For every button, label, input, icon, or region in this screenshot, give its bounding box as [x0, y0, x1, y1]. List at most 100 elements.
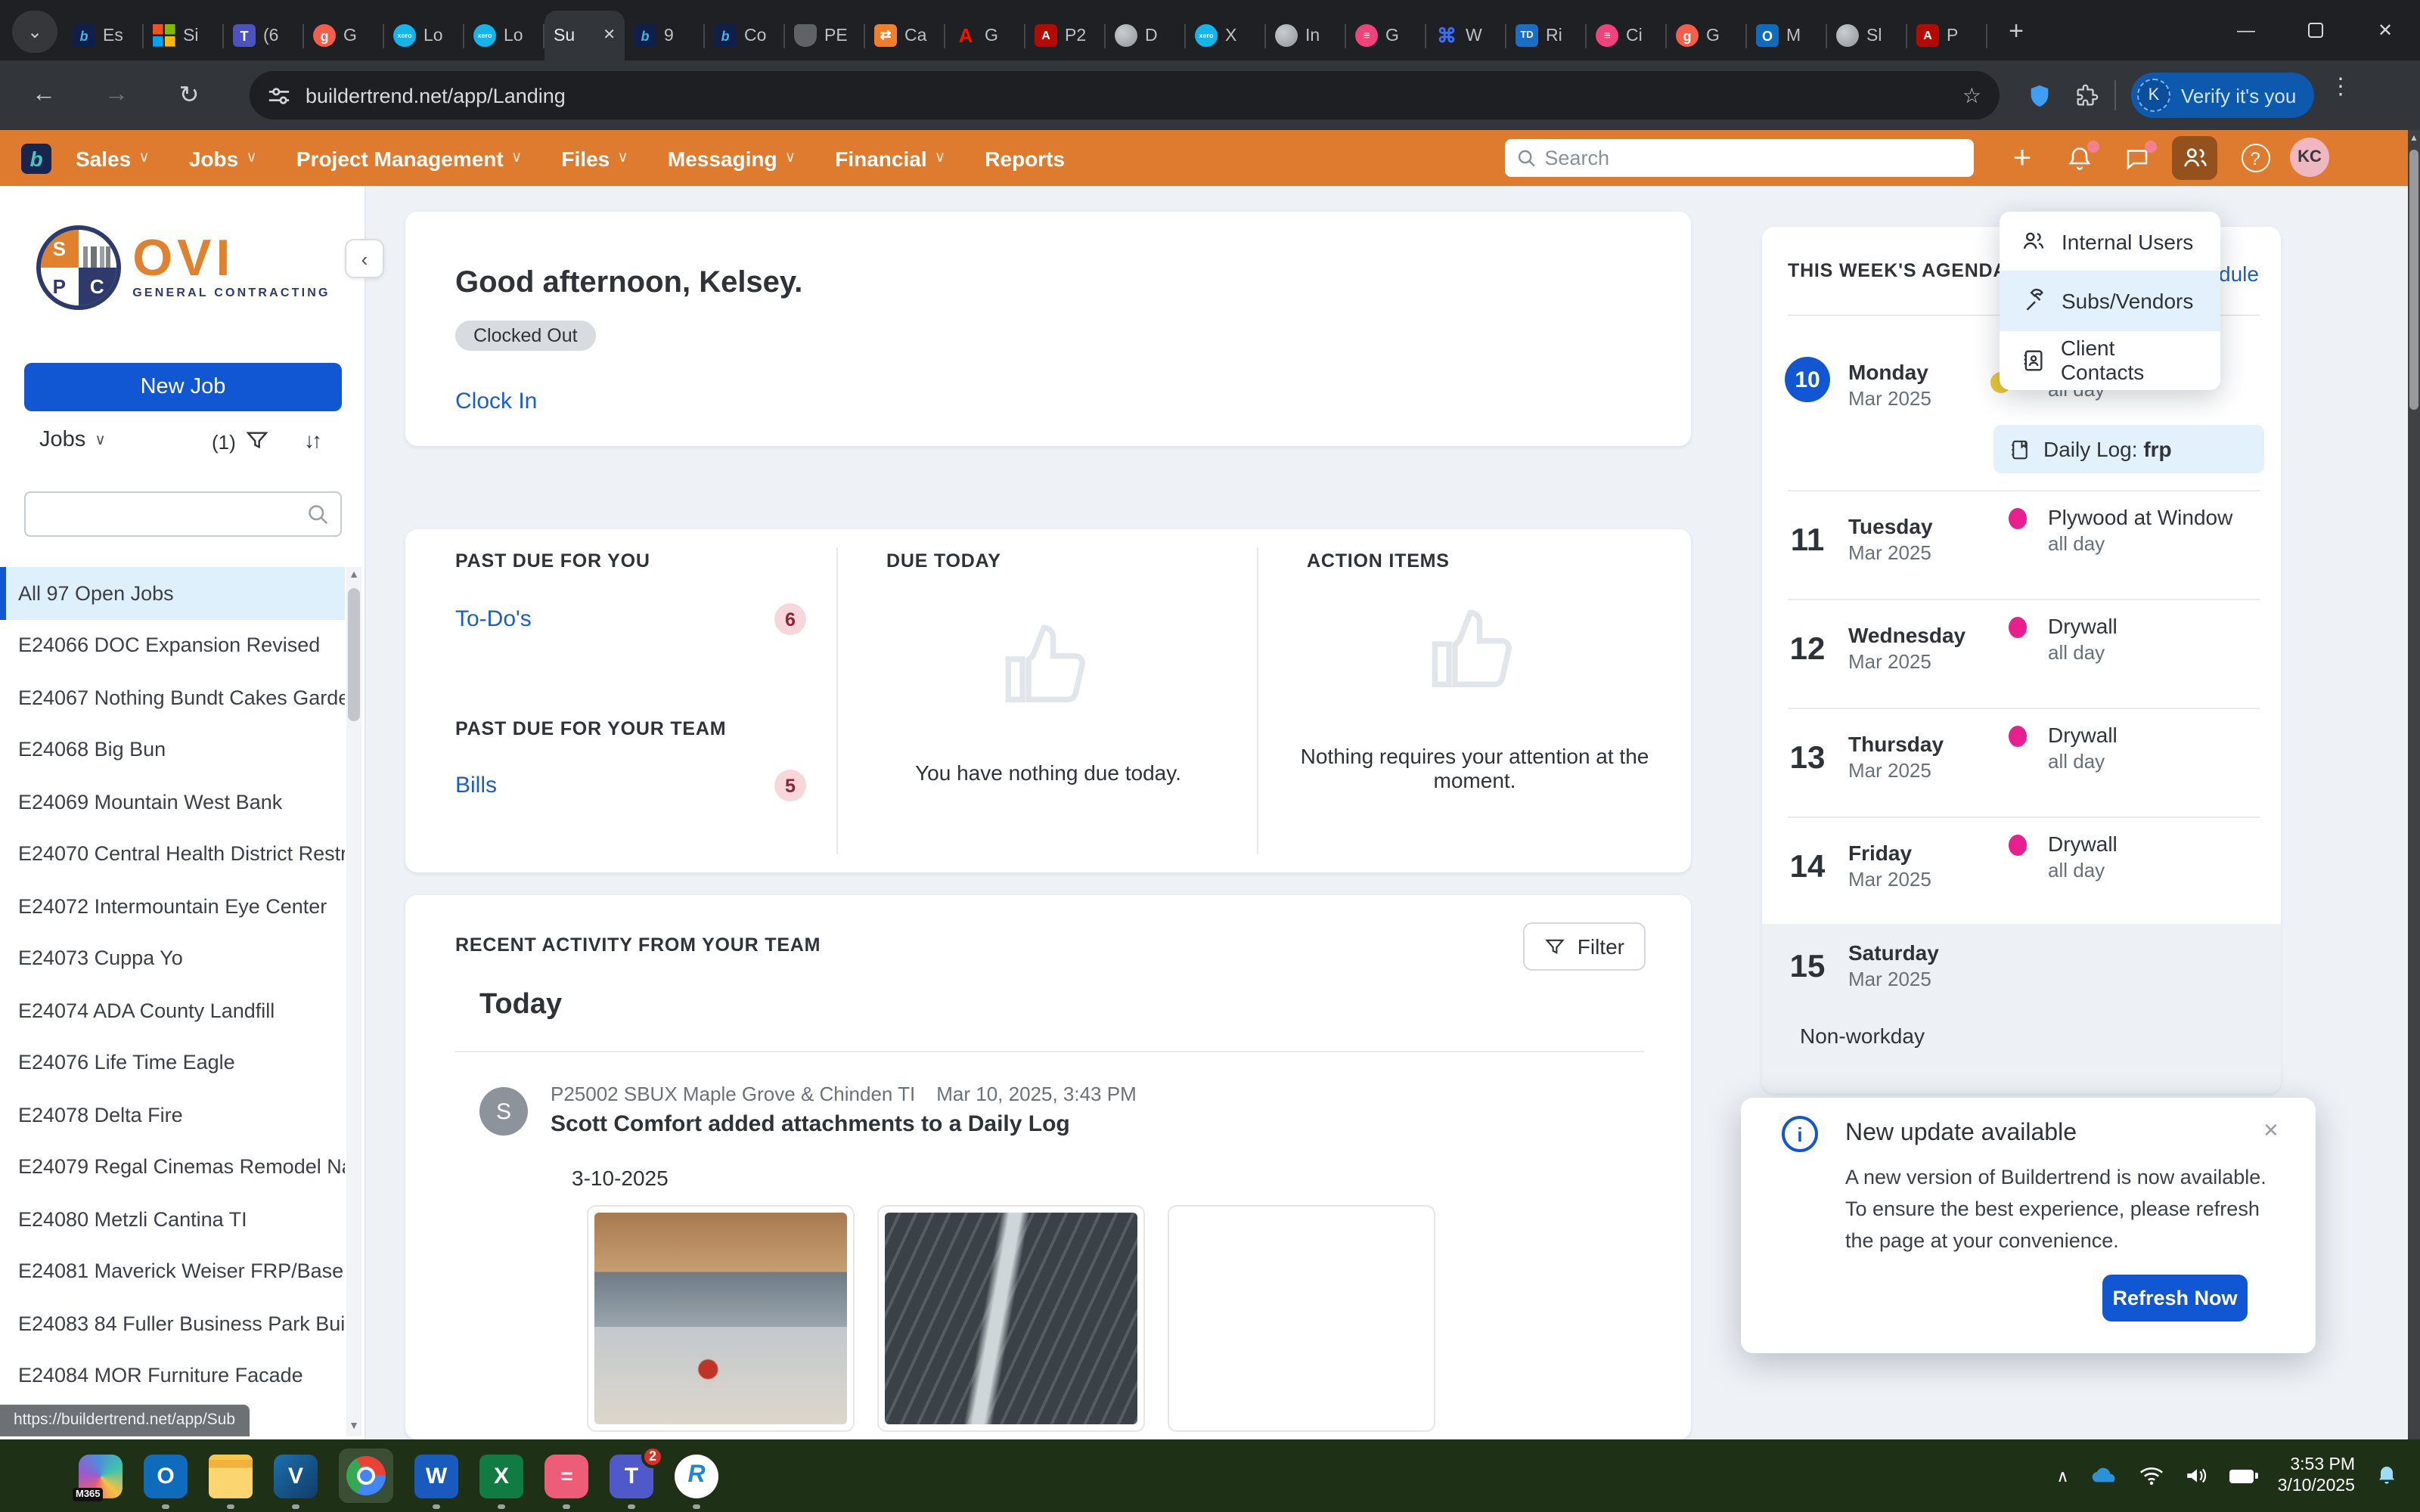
job-list-scrollbar[interactable]: ▲ ▼ — [346, 567, 361, 1436]
browser-tab[interactable]: OM — [1747, 11, 1827, 60]
menu-item-subs-vendors[interactable]: Subs/Vendors — [2000, 271, 2220, 331]
job-list-item-selected[interactable]: All 97 Open Jobs — [0, 567, 345, 619]
browser-menu-icon[interactable]: ⋮ — [2329, 73, 2352, 100]
global-search[interactable] — [1505, 139, 1974, 177]
browser-tab[interactable]: xeroLo — [384, 11, 464, 60]
job-search-input[interactable] — [38, 503, 307, 525]
buildertrend-app-icon[interactable]: = — [544, 1454, 588, 1498]
search-input[interactable] — [1544, 147, 1962, 169]
address-bar[interactable]: buildertrend.net/app/Landing ☆ — [250, 71, 2000, 119]
directory-users-icon[interactable] — [2172, 136, 2217, 180]
browser-tab[interactable]: ⌘W — [1426, 11, 1506, 60]
file-explorer-icon[interactable] — [209, 1454, 253, 1498]
user-avatar[interactable]: KC — [2290, 138, 2329, 177]
minimize-button[interactable]: — — [2211, 0, 2281, 60]
messages-icon[interactable] — [2114, 136, 2160, 180]
m365-copilot-icon[interactable]: M365 — [79, 1454, 123, 1498]
job-list-item[interactable]: E24078 Delta Fire — [0, 1089, 345, 1141]
job-list-item[interactable]: E24083 84 Fuller Business Park Buildin..… — [0, 1297, 345, 1349]
profile-verify-pill[interactable]: K Verify it's you — [2131, 73, 2314, 118]
job-list-item[interactable]: E24074 ADA County Landfill — [0, 984, 345, 1036]
job-list-item[interactable]: E24068 Big Bun — [0, 723, 345, 776]
bookmark-star-icon[interactable]: ☆ — [1962, 82, 1981, 108]
event-label[interactable]: Plywood at Window — [2048, 505, 2232, 529]
browser-tab-active[interactable]: Su✕ — [544, 11, 625, 60]
menu-item-client-contacts[interactable]: Client Contacts — [2000, 330, 2220, 390]
nav-reports[interactable]: Reports — [985, 146, 1065, 170]
scrollbar-thumb[interactable] — [348, 588, 360, 721]
event-label[interactable]: Drywall — [2048, 614, 2118, 638]
job-list-item[interactable]: E24072 Intermountain Eye Center — [0, 880, 345, 932]
refresh-now-button[interactable]: Refresh Now — [2102, 1275, 2248, 1321]
job-list-item[interactable]: E24067 Nothing Bundt Cakes Garden ... — [0, 671, 345, 723]
activity-summary[interactable]: Scott Comfort added attachments to a Dai… — [551, 1111, 1070, 1137]
browser-tab[interactable]: Si — [144, 11, 224, 60]
browser-tab[interactable]: ≡G — [1346, 11, 1426, 60]
browser-tab[interactable]: D — [1106, 11, 1186, 60]
daily-log-event[interactable]: Daily Log: frp — [1993, 425, 2264, 473]
job-list-item[interactable]: E24081 Maverick Weiser FRP/Base — [0, 1245, 345, 1297]
buildertrend-logo[interactable]: b — [21, 143, 51, 173]
page-scrollbar[interactable]: ▲ — [2408, 130, 2420, 1439]
job-search-box[interactable] — [24, 491, 342, 537]
word-icon[interactable]: W — [414, 1454, 458, 1498]
refresh-button[interactable]: ↻ — [166, 73, 212, 118]
volume-icon[interactable] — [2184, 1465, 2210, 1486]
scroll-up-icon[interactable]: ▲ — [346, 567, 361, 585]
todos-link[interactable]: To-Do's — [455, 606, 532, 632]
browser-tab[interactable]: ⇄Ca — [865, 11, 945, 60]
browser-tab[interactable]: T(6 — [224, 11, 304, 60]
event-label[interactable]: Drywall — [2048, 832, 2118, 856]
browser-tab[interactable]: xeroLo — [464, 11, 544, 60]
nav-project-management[interactable]: Project Management∨ — [296, 146, 523, 170]
job-list-item[interactable]: E24080 Metzli Cantina TI — [0, 1193, 345, 1245]
help-icon[interactable]: ? — [2232, 136, 2278, 180]
jobs-filter-funnel-icon[interactable] — [245, 428, 269, 452]
jobs-sort-icon[interactable]: ↓↑ — [304, 428, 319, 452]
scroll-down-icon[interactable]: ▼ — [346, 1418, 361, 1436]
job-list-item[interactable]: E24076 Life Time Eagle — [0, 1036, 345, 1089]
notifications-bell-icon[interactable] — [2057, 136, 2102, 180]
nav-messaging[interactable]: Messaging∨ — [668, 146, 796, 170]
nav-sales[interactable]: Sales∨ — [76, 146, 150, 170]
browser-tab[interactable]: TDRi — [1506, 11, 1587, 60]
battery-icon[interactable] — [2229, 1469, 2258, 1483]
attachment-photo[interactable] — [877, 1205, 1145, 1432]
browser-tab[interactable]: xeroX — [1186, 11, 1266, 60]
browser-tab[interactable]: ≡Ci — [1587, 11, 1667, 60]
tab-search-chevron-icon[interactable]: ⌄ — [12, 11, 57, 53]
browser-tab[interactable]: b9 — [625, 11, 705, 60]
attachment-photo[interactable] — [1168, 1205, 1435, 1432]
browser-tab[interactable]: AP2 — [1025, 11, 1106, 60]
browser-tab[interactable]: In — [1266, 11, 1346, 60]
job-list-item[interactable]: E24079 Regal Cinemas Remodel Nampa — [0, 1141, 345, 1193]
wifi-icon[interactable] — [2139, 1465, 2164, 1486]
vantagepoint-icon[interactable]: V — [274, 1454, 318, 1498]
sidebar-collapse-icon[interactable]: ‹ — [345, 239, 384, 278]
browser-tab[interactable]: bCo — [705, 11, 785, 60]
outlook-icon[interactable]: O — [144, 1454, 188, 1498]
revu-icon[interactable]: R — [675, 1454, 718, 1498]
job-list-item[interactable]: E24084 MOR Furniture Facade — [0, 1349, 345, 1402]
scroll-up-icon[interactable]: ▲ — [2408, 130, 2420, 148]
start-button[interactable] — [21, 1458, 57, 1494]
new-job-button[interactable]: New Job — [24, 363, 342, 411]
toast-close-icon[interactable]: ✕ — [2263, 1119, 2279, 1143]
browser-tab[interactable]: Sl — [1827, 11, 1907, 60]
browser-tab[interactable]: gG — [1667, 11, 1747, 60]
bills-link[interactable]: Bills — [455, 773, 497, 798]
activity-filter-button[interactable]: Filter — [1523, 922, 1646, 971]
jobs-dropdown[interactable]: Jobs∨ — [39, 428, 106, 452]
forward-button[interactable]: → — [94, 73, 139, 118]
menu-item-internal-users[interactable]: Internal Users — [2000, 212, 2220, 271]
job-list-item[interactable]: E24073 Cuppa Yo — [0, 932, 345, 984]
close-window-button[interactable]: ✕ — [2350, 0, 2420, 60]
site-settings-icon[interactable] — [268, 84, 290, 107]
job-list-item[interactable]: E24066 DOC Expansion Revised — [0, 619, 345, 671]
nav-files[interactable]: Files∨ — [561, 146, 628, 170]
attachment-photo[interactable] — [587, 1205, 855, 1432]
new-tab-button[interactable]: + — [1996, 12, 2036, 51]
clock-in-link[interactable]: Clock In — [455, 389, 537, 414]
restore-button[interactable] — [2281, 0, 2350, 60]
onedrive-icon[interactable] — [2089, 1465, 2119, 1486]
